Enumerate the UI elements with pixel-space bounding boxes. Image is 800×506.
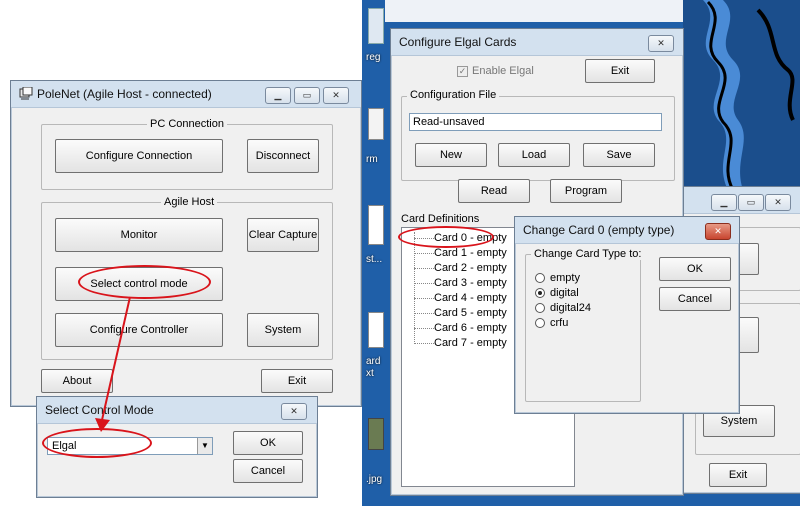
annotation-arrow xyxy=(95,296,131,432)
